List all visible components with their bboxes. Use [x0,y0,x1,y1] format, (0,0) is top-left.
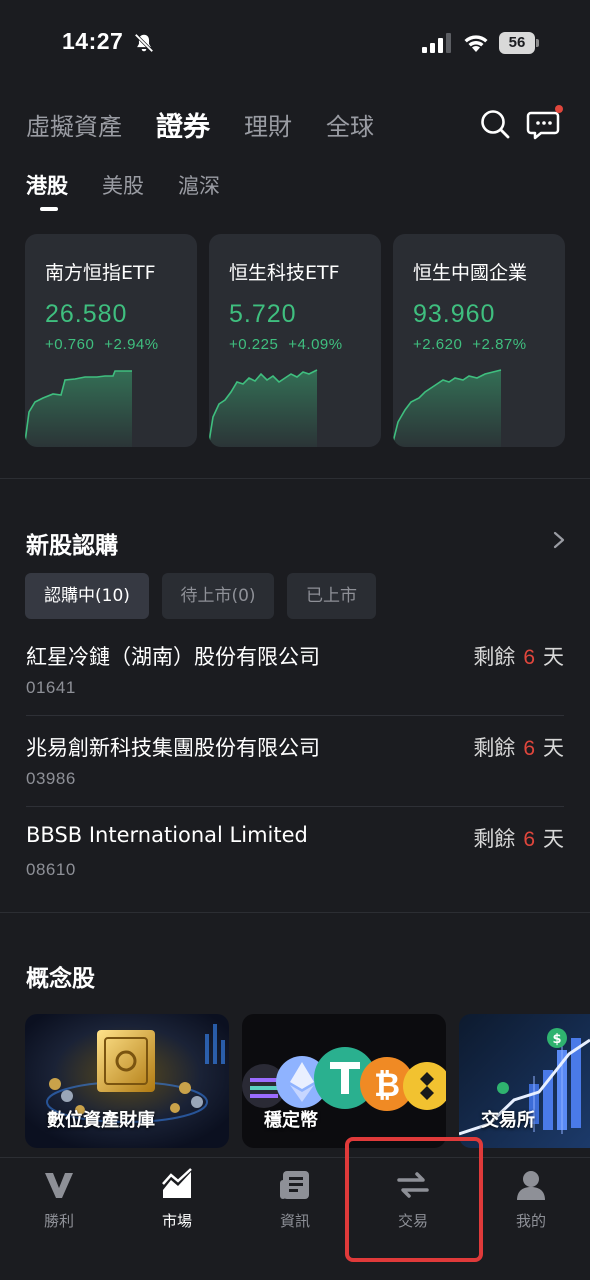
nav-item-market[interactable]: 市場 [118,1168,236,1238]
svg-text:₿: ₿ [374,1066,400,1104]
ipo-remaining-days: 剩餘 6 天 [473,732,564,762]
battery-indicator: 56 [499,32,539,54]
market-chart-icon [162,1168,192,1198]
nav-item-news[interactable]: 資訊 [236,1168,354,1238]
index-change-value: +0.225 [229,336,279,353]
filter-chip-subscribing[interactable]: 認購中(10) [25,573,149,619]
battery-level: 56 [499,32,535,54]
remaining-prefix: 剩餘 [473,645,516,669]
status-time: 14:27 [62,28,124,54]
ipo-section-title: 新股認購 [26,533,118,559]
index-name: 恒生中國企業 [413,262,528,284]
battery-tip [536,39,539,47]
ipo-remaining-days: 剩餘 6 天 [473,641,564,671]
index-name: 恒生科技ETF [229,262,340,284]
nav-label: 資訊 [279,1212,310,1230]
tab-global[interactable]: 全球 [326,107,374,142]
bottom-navigation-bar: 勝利 市場 資訊 交易 我的 [0,1157,590,1280]
search-icon[interactable] [479,108,511,140]
market-sub-tabs: 港股 美股 滬深 [26,170,254,200]
ipo-remaining-days: 剩餘 6 天 [473,823,564,853]
index-price: 26.580 [45,300,128,328]
concept-card-digital-treasury[interactable]: 數位資產財庫 [25,1014,229,1148]
nav-label: 勝利 [43,1212,74,1230]
index-card[interactable]: 恒生科技ETF 5.720 +0.225 +4.09% [209,234,381,447]
message-icon[interactable] [526,104,564,142]
status-bar: 14:27 56 [0,0,590,88]
tab-virtual-assets[interactable]: 虛擬資產 [26,107,122,142]
cellular-signal-icon [422,33,451,53]
section-divider [0,912,590,913]
days-count: 6 [523,646,535,669]
index-change: +0.760 +2.94% [45,336,159,353]
index-price: 93.960 [413,300,496,328]
sparkline-chart [393,369,502,447]
ipo-stock-code: 08610 [26,860,76,879]
remaining-suffix: 天 [543,645,564,669]
index-change: +2.620 +2.87% [413,336,527,353]
index-change-percent: +2.94% [104,336,159,353]
ipo-company-name: BBSB International Limited [26,823,308,847]
remaining-prefix: 剩餘 [473,736,516,760]
active-tab-indicator [40,207,58,211]
filter-chip-pending[interactable]: 待上市(0) [162,573,274,619]
news-icon [280,1171,309,1199]
tab-wealth[interactable]: 理財 [244,107,292,142]
ipo-company-name: 兆易創新科技集團股份有限公司 [26,736,320,760]
index-card[interactable]: 恒生中國企業 93.960 +2.620 +2.87% [393,234,565,447]
concept-card-stablecoin[interactable]: ₿ 穩定幣 [242,1014,446,1148]
tab-a-shares[interactable]: 滬深 [178,170,220,200]
concept-label: 數位資產財庫 [47,1110,155,1131]
row-divider [26,715,564,716]
ipo-list-item[interactable]: BBSB International Limited 08610 剩餘 6 天 [0,823,590,914]
remaining-suffix: 天 [543,827,564,851]
v-logo-icon [45,1173,73,1198]
profile-icon [517,1171,545,1200]
tab-hk-stocks[interactable]: 港股 [26,170,68,200]
ipo-list-item[interactable]: 兆易創新科技集團股份有限公司 03986 剩餘 6 天 [0,732,590,823]
bell-muted-icon [134,33,154,53]
index-card[interactable]: 南方恒指ETF 26.580 +0.760 +2.94% [25,234,197,447]
days-count: 6 [523,828,535,851]
sparkline-chart [25,370,132,447]
nav-item-victory[interactable]: 勝利 [0,1168,118,1238]
remaining-prefix: 剩餘 [473,827,516,851]
wifi-icon [464,35,488,52]
nav-label: 市場 [161,1212,192,1230]
concept-label: 穩定幣 [264,1110,318,1131]
nav-item-profile[interactable]: 我的 [472,1168,590,1238]
chevron-right-icon[interactable] [550,530,568,550]
index-change: +0.225 +4.09% [229,336,343,353]
index-change-percent: +4.09% [288,336,343,353]
index-name: 南方恒指ETF [45,262,156,284]
filter-chip-listed[interactable]: 已上市 [287,573,376,619]
ipo-stock-code: 03986 [26,769,76,788]
tab-us-stocks[interactable]: 美股 [102,170,144,200]
index-change-value: +0.760 [45,336,95,353]
ipo-stock-code: 01641 [26,678,76,697]
index-price: 5.720 [229,300,297,328]
svg-text:$: $ [552,1032,561,1047]
days-count: 6 [523,737,535,760]
remaining-suffix: 天 [543,736,564,760]
index-change-value: +2.620 [413,336,463,353]
tab-securities[interactable]: 證券 [156,105,210,144]
concept-section-title: 概念股 [26,966,95,992]
trade-tab-highlight [345,1137,483,1262]
top-category-tabs: 虛擬資產 證券 理財 全球 [26,104,408,144]
concept-card-exchange[interactable]: $ 交易所 [459,1014,590,1148]
row-divider [26,806,564,807]
ipo-company-name: 紅星冷鏈（湖南）股份有限公司 [26,645,320,669]
index-change-percent: +2.87% [472,336,527,353]
sparkline-chart [209,369,318,447]
section-divider [0,478,590,479]
ipo-list-item[interactable]: 紅星冷鏈（湖南）股份有限公司 01641 剩餘 6 天 [0,641,590,732]
nav-label: 我的 [515,1212,546,1230]
concept-label: 交易所 [481,1110,535,1131]
